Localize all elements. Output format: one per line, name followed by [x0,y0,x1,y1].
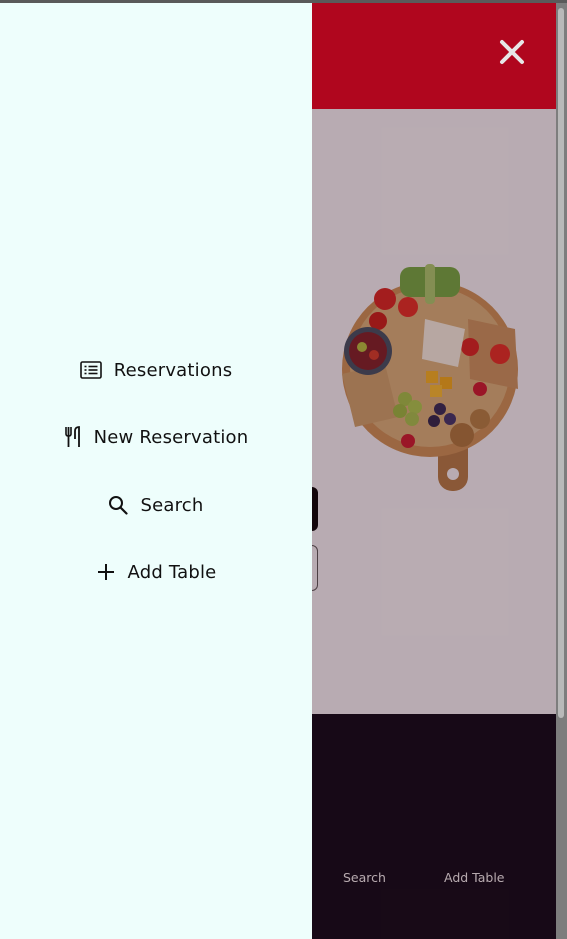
close-icon [500,40,524,64]
nav-item-label: Add Table [127,561,217,583]
nav-item-new-reservation[interactable]: New Reservation [0,417,312,457]
list-icon [79,361,102,379]
utensils-icon [64,426,80,447]
side-drawer: Reservations New Reservation Search Add … [0,3,312,939]
nav-item-label: New Reservation [93,426,249,448]
close-button[interactable] [494,34,530,70]
nav-item-add-table[interactable]: Add Table [0,552,312,592]
nav-item-reservations[interactable]: Reservations [0,350,312,390]
nav-item-label: Search [140,494,204,516]
nav-item-label: Reservations [113,359,233,381]
plus-icon [97,564,114,580]
nav-item-search[interactable]: Search [0,485,312,525]
search-icon [109,496,129,515]
scrollbar-thumb[interactable] [558,8,564,718]
